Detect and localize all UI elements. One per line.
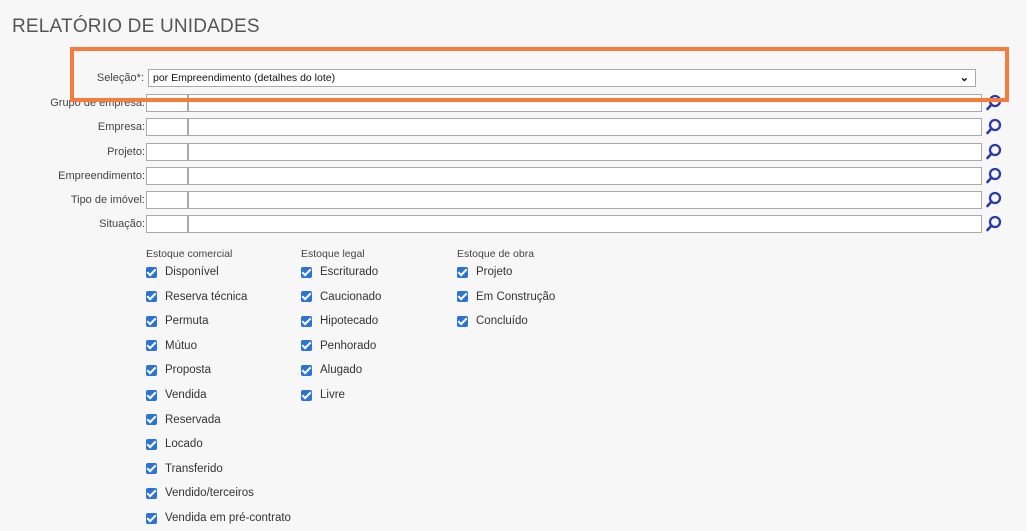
code-input[interactable]: [146, 167, 188, 185]
checkbox-checked-icon[interactable]: [457, 291, 468, 303]
checkbox-item[interactable]: Transferido: [146, 461, 223, 477]
field-label: Empresa:: [97, 121, 145, 133]
checkbox-checked-icon[interactable]: [301, 291, 312, 303]
checkbox-checked-icon[interactable]: [301, 340, 312, 352]
page-title: RELATÓRIO DE UNIDADES: [12, 16, 260, 37]
description-input[interactable]: [188, 191, 982, 209]
checkbox-checked-icon[interactable]: [146, 463, 157, 475]
checkbox-checked-icon[interactable]: [146, 389, 157, 401]
field-row: Grupo de empresa:: [0, 94, 1027, 114]
field-label: Situação:: [99, 218, 145, 230]
checkbox-checked-icon[interactable]: [146, 438, 157, 450]
checkbox-checked-icon[interactable]: [146, 487, 157, 499]
code-input[interactable]: [146, 215, 188, 233]
checkbox-label: Mútuo: [165, 339, 197, 352]
checkbox-label: Transferido: [165, 462, 223, 475]
selecao-row: Seleção*: por Empreendimento (detalhes d…: [0, 69, 1027, 89]
checkbox-label: Vendida: [165, 389, 207, 401]
checkbox-item[interactable]: Livre: [301, 387, 345, 403]
checkbox-checked-icon[interactable]: [301, 389, 312, 401]
checkbox-label: Permuta: [165, 315, 209, 328]
checkbox-label: Concluído: [476, 315, 528, 328]
field-row: Empreendimento:: [0, 167, 1027, 187]
code-input[interactable]: [146, 118, 188, 136]
checkbox-checked-icon[interactable]: [457, 315, 468, 327]
checkbox-checked-icon[interactable]: [301, 364, 312, 376]
checkbox-item[interactable]: Mútuo: [146, 338, 197, 354]
checkbox-item[interactable]: Locado: [146, 436, 203, 452]
checkbox-item[interactable]: Disponível: [146, 264, 219, 280]
selecao-select[interactable]: por Empreendimento (detalhes do lote) ⌄: [148, 69, 976, 87]
checkbox-label: Disponível: [165, 266, 219, 278]
search-icon[interactable]: [985, 167, 1003, 185]
checkbox-item[interactable]: Hipotecado: [301, 313, 378, 329]
selecao-label: Seleção*:: [96, 72, 144, 84]
checkbox-label: Reserva técnica: [165, 290, 248, 303]
checkbox-item[interactable]: Caucionado: [301, 289, 381, 305]
checkbox-item[interactable]: Vendida: [146, 387, 207, 403]
search-icon[interactable]: [985, 94, 1003, 112]
description-input[interactable]: [188, 94, 982, 112]
checkbox-label: Locado: [165, 438, 203, 451]
checkbox-checked-icon[interactable]: [146, 266, 157, 278]
selecao-value: por Empreendimento (detalhes do lote): [153, 72, 336, 84]
code-input[interactable]: [146, 143, 188, 161]
checkbox-label: Projeto: [476, 266, 513, 278]
checkbox-item[interactable]: Penhorado: [301, 338, 376, 354]
checkbox-label: Caucionado: [320, 290, 382, 303]
checkbox-checked-icon[interactable]: [146, 364, 157, 376]
checkbox-checked-icon[interactable]: [457, 266, 468, 278]
checkbox-checked-icon[interactable]: [146, 340, 157, 352]
checkbox-item[interactable]: Alugado: [301, 362, 362, 378]
checkbox-label: Em Construção: [476, 290, 556, 303]
checkbox-label: Vendido/terceiros: [165, 487, 254, 500]
checkbox-item[interactable]: Reservada: [146, 412, 221, 428]
search-icon[interactable]: [985, 118, 1003, 136]
description-input[interactable]: [188, 167, 982, 185]
checkbox-checked-icon[interactable]: [146, 315, 157, 327]
checkbox-item[interactable]: Escriturado: [301, 264, 378, 280]
checkbox-label: Proposta: [165, 364, 212, 377]
checkbox-checked-icon[interactable]: [146, 291, 157, 303]
checkbox-item[interactable]: Projeto: [457, 264, 512, 280]
checkbox-item[interactable]: Permuta: [146, 313, 208, 329]
field-label: Empreendimento:: [58, 170, 145, 182]
checkbox-item[interactable]: Em Construção: [457, 289, 555, 305]
search-icon[interactable]: [985, 143, 1003, 161]
field-label: Tipo de imóvel:: [70, 194, 145, 206]
checkbox-label: Escriturado: [320, 266, 379, 278]
field-row: Projeto:: [0, 143, 1027, 163]
checkbox-item[interactable]: Proposta: [146, 362, 211, 378]
checkbox-label: Penhorado: [320, 339, 377, 352]
checkbox-checked-icon[interactable]: [146, 414, 157, 426]
description-input[interactable]: [188, 215, 982, 233]
description-input[interactable]: [188, 118, 982, 136]
checkbox-label: Alugado: [320, 364, 363, 377]
checkbox-item[interactable]: Vendida em pré-contrato: [146, 510, 291, 526]
column-header: Estoque legal: [301, 248, 365, 260]
column-header: Estoque de obra: [457, 248, 535, 260]
checkbox-item[interactable]: Vendido/terceiros: [146, 485, 254, 501]
field-label: Projeto:: [107, 146, 145, 158]
code-input[interactable]: [146, 94, 188, 112]
description-input[interactable]: [188, 143, 982, 161]
code-input[interactable]: [146, 191, 188, 209]
checkbox-item[interactable]: Reserva técnica: [146, 289, 247, 305]
search-icon[interactable]: [985, 191, 1003, 209]
field-row: Tipo de imóvel:: [0, 191, 1027, 211]
checkbox-item[interactable]: Concluído: [457, 313, 528, 329]
checkbox-checked-icon[interactable]: [301, 266, 312, 278]
field-row: Situação:: [0, 215, 1027, 235]
checkbox-label: Reservada: [165, 413, 221, 426]
chevron-down-icon: ⌄: [959, 72, 969, 84]
checkbox-label: Vendida em pré-contrato: [165, 512, 291, 524]
search-icon[interactable]: [985, 215, 1003, 233]
checkbox-label: Hipotecado: [320, 315, 379, 328]
checkbox-checked-icon[interactable]: [301, 315, 312, 327]
checkbox-label: Livre: [320, 389, 345, 401]
field-label: Grupo de empresa:: [50, 97, 145, 109]
column-header: Estoque comercial: [146, 248, 233, 260]
checkbox-checked-icon[interactable]: [146, 512, 157, 524]
field-row: Empresa:: [0, 118, 1027, 138]
